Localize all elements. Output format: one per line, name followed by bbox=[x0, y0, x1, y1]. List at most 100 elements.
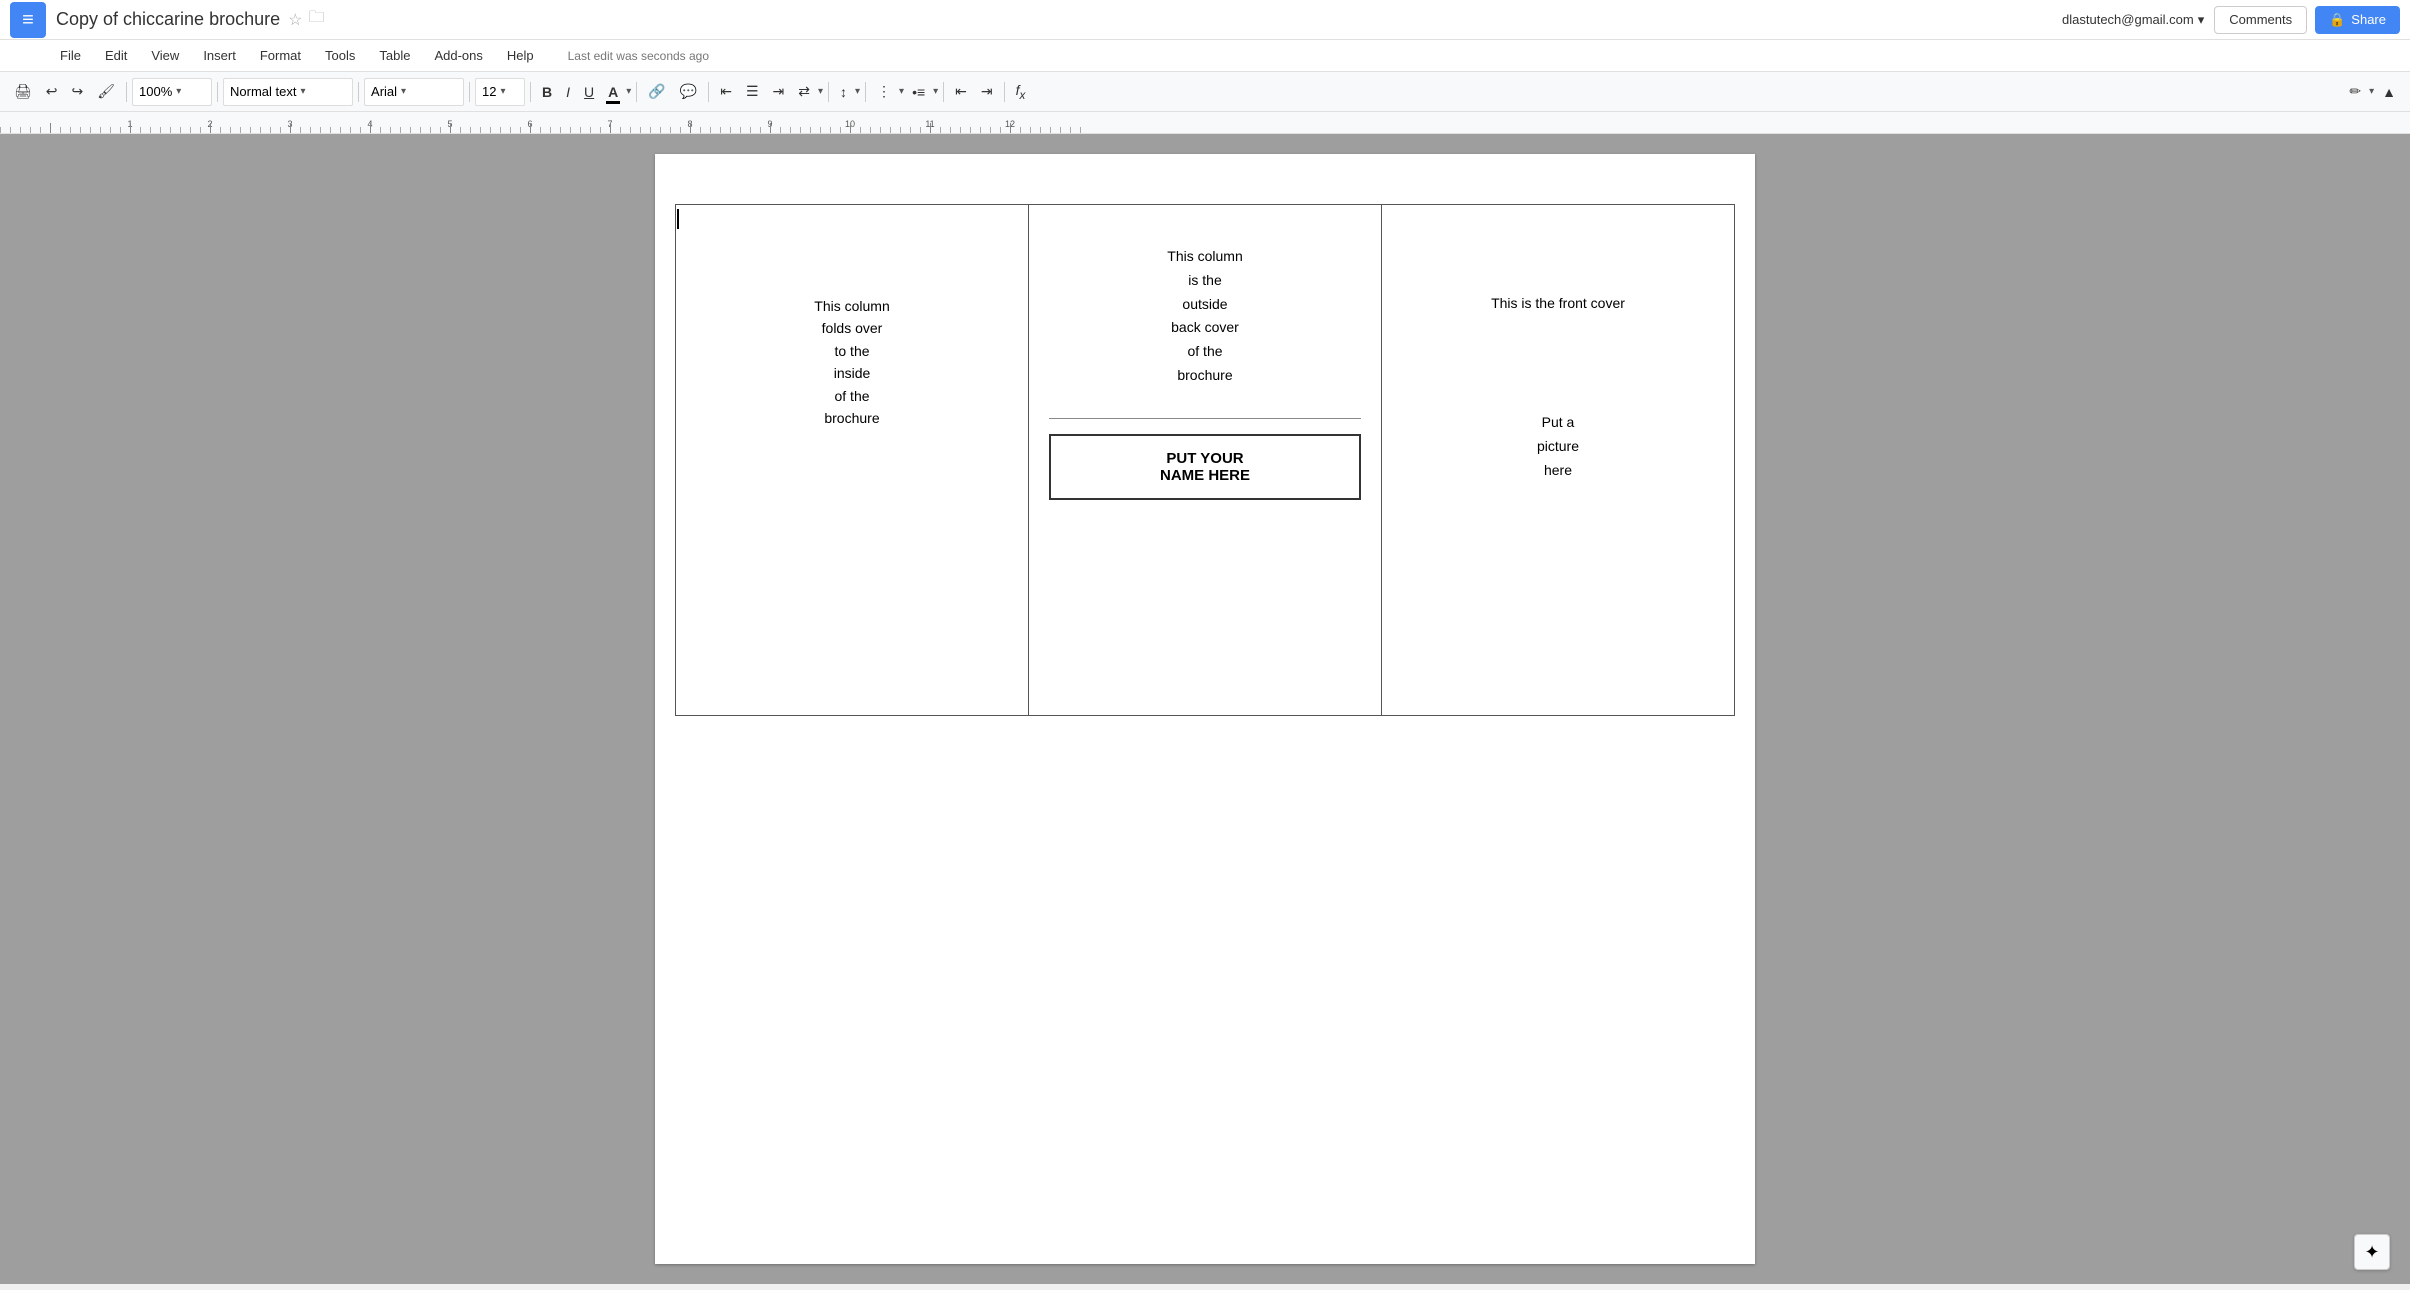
chevron-down-icon: ▾ bbox=[401, 86, 406, 97]
unordered-list-icon: •≡ bbox=[912, 84, 925, 100]
menu-tools[interactable]: Tools bbox=[315, 44, 365, 67]
col2-top-text: This column is the outside back cover of… bbox=[1029, 205, 1381, 418]
ruler: .ruler-num { position:absolute; bottom:4… bbox=[0, 112, 2410, 134]
paint-format-icon: 🖌 bbox=[97, 83, 115, 100]
document-title: Copy of chiccarine brochure bbox=[56, 9, 280, 30]
chevron-up-icon: ▲ bbox=[2382, 84, 2396, 100]
table-cell-col3[interactable]: This is the front cover Put a picture he… bbox=[1382, 205, 1735, 716]
zoom-select[interactable]: 100% ▾ bbox=[132, 78, 212, 106]
style-select[interactable]: Normal text ▾ bbox=[223, 78, 353, 106]
font-color-icon: A bbox=[608, 84, 618, 100]
user-email[interactable]: dlastutech@gmail.com ▾ bbox=[2062, 12, 2204, 28]
document-area[interactable]: This column folds over to the inside of … bbox=[0, 134, 2410, 1284]
print-icon: 🖨 bbox=[14, 83, 32, 100]
ordered-list-button[interactable]: ⋮ bbox=[871, 78, 897, 106]
bold-button[interactable]: B bbox=[536, 78, 558, 106]
underline-button[interactable]: U bbox=[578, 78, 600, 106]
unordered-list-button[interactable]: •≡ bbox=[906, 78, 931, 106]
redo-button[interactable]: ↪ bbox=[66, 78, 90, 106]
undo-button[interactable]: ↩ bbox=[40, 78, 64, 106]
col3-title: This is the front cover bbox=[1392, 215, 1724, 351]
align-center-icon: ☰ bbox=[746, 83, 759, 100]
smart-compose-icon: ✦ bbox=[2364, 1242, 2379, 1263]
align-justify-button[interactable]: ⇄ bbox=[792, 78, 816, 106]
font-size-select[interactable]: 12 ▾ bbox=[475, 78, 525, 106]
indent-more-icon: ⇥ bbox=[981, 83, 993, 100]
redo-icon: ↪ bbox=[72, 83, 84, 100]
menu-table[interactable]: Table bbox=[369, 44, 420, 67]
chevron-down-icon: ▾ bbox=[301, 86, 306, 97]
font-color-dropdown[interactable]: ▾ bbox=[626, 86, 631, 97]
menu-file[interactable]: File bbox=[50, 44, 91, 67]
text-cursor bbox=[677, 209, 679, 229]
folder-icon[interactable]: 🗀 bbox=[308, 6, 324, 33]
line-spacing-button[interactable]: ↕ bbox=[834, 78, 853, 106]
align-left-button[interactable]: ⇤ bbox=[714, 78, 738, 106]
name-box[interactable]: PUT YOUR NAME HERE bbox=[1049, 434, 1361, 500]
pen-tool-button[interactable]: ✏ bbox=[2343, 78, 2367, 106]
menu-view[interactable]: View bbox=[141, 44, 189, 67]
toolbar-separator-3 bbox=[358, 82, 359, 102]
print-button[interactable]: 🖨 bbox=[8, 78, 38, 106]
toolbar-separator-7 bbox=[708, 82, 709, 102]
chevron-down-icon: ▾ bbox=[176, 86, 181, 97]
document-page: This column folds over to the inside of … bbox=[655, 154, 1755, 1264]
top-bar: ≡ Copy of chiccarine brochure ☆ 🗀 dlastu… bbox=[0, 0, 2410, 40]
line-spacing-dropdown[interactable]: ▾ bbox=[855, 86, 860, 97]
smart-compose-button[interactable]: ✦ bbox=[2354, 1234, 2390, 1270]
last-edit-status: Last edit was seconds ago bbox=[568, 49, 709, 63]
brochure-table[interactable]: This column folds over to the inside of … bbox=[675, 204, 1735, 716]
star-icon[interactable]: ☆ bbox=[288, 10, 302, 30]
collapse-toolbar-button[interactable]: ▲ bbox=[2376, 78, 2402, 106]
paint-format-button[interactable]: 🖌 bbox=[91, 78, 121, 106]
menu-format[interactable]: Format bbox=[250, 44, 311, 67]
toolbar-separator-1 bbox=[126, 82, 127, 102]
font-select[interactable]: Arial ▾ bbox=[364, 78, 464, 106]
app-menu-icon[interactable]: ≡ bbox=[10, 2, 46, 38]
menu-addons[interactable]: Add-ons bbox=[424, 44, 492, 67]
list-type-dropdown[interactable]: ▾ bbox=[899, 86, 904, 97]
align-center-button[interactable]: ☰ bbox=[740, 78, 765, 106]
align-justify-icon: ⇄ bbox=[798, 83, 810, 100]
toolbar-separator-2 bbox=[217, 82, 218, 102]
ruler-inner: .ruler-num { position:absolute; bottom:4… bbox=[50, 112, 2410, 133]
undo-icon: ↩ bbox=[46, 83, 58, 100]
pen-dropdown[interactable]: ▾ bbox=[2369, 86, 2374, 97]
toolbar-separator-8 bbox=[828, 82, 829, 102]
indent-less-icon: ⇤ bbox=[955, 83, 967, 100]
link-icon: 🔗 bbox=[648, 83, 665, 100]
insert-comment-button[interactable]: 💬 bbox=[674, 78, 703, 106]
align-right-icon: ⇥ bbox=[773, 83, 785, 100]
formula-icon: fx bbox=[1016, 82, 1026, 102]
formula-button[interactable]: fx bbox=[1010, 78, 1032, 106]
indent-less-button[interactable]: ⇤ bbox=[949, 78, 973, 106]
ordered-list-icon: ⋮ bbox=[877, 83, 891, 100]
comments-button[interactable]: Comments bbox=[2214, 6, 2307, 34]
menu-insert[interactable]: Insert bbox=[193, 44, 246, 67]
share-button[interactable]: 🔒 Share bbox=[2315, 6, 2400, 34]
col2-bottom-area[interactable] bbox=[1029, 515, 1381, 715]
table-cell-col1[interactable]: This column folds over to the inside of … bbox=[676, 205, 1029, 716]
indent-more-button[interactable]: ⇥ bbox=[975, 78, 999, 106]
align-right-button[interactable]: ⇥ bbox=[767, 78, 791, 106]
table-cell-col2[interactable]: This column is the outside back cover of… bbox=[1029, 205, 1382, 716]
comment-icon: 💬 bbox=[680, 83, 697, 100]
align-dropdown[interactable]: ▾ bbox=[818, 86, 823, 97]
menu-help[interactable]: Help bbox=[497, 44, 544, 67]
insert-link-button[interactable]: 🔗 bbox=[642, 78, 671, 106]
line-spacing-icon: ↕ bbox=[840, 84, 847, 100]
table-row: This column folds over to the inside of … bbox=[676, 205, 1735, 716]
menu-edit[interactable]: Edit bbox=[95, 44, 137, 67]
toolbar-separator-11 bbox=[1004, 82, 1005, 102]
menu-bar: File Edit View Insert Format Tools Table… bbox=[0, 40, 2410, 72]
pen-icon: ✏ bbox=[2349, 83, 2361, 100]
chevron-down-icon: ▾ bbox=[501, 86, 506, 97]
col3-picture-placeholder: Put a picture here bbox=[1392, 351, 1724, 542]
col1-text: This column folds over to the inside of … bbox=[686, 215, 1018, 509]
col2-divider bbox=[1049, 418, 1361, 419]
font-color-bar bbox=[606, 101, 620, 104]
bullet-type-dropdown[interactable]: ▾ bbox=[933, 86, 938, 97]
font-color-button[interactable]: A bbox=[602, 78, 624, 106]
toolbar-separator-9 bbox=[865, 82, 866, 102]
italic-button[interactable]: I bbox=[560, 78, 576, 106]
